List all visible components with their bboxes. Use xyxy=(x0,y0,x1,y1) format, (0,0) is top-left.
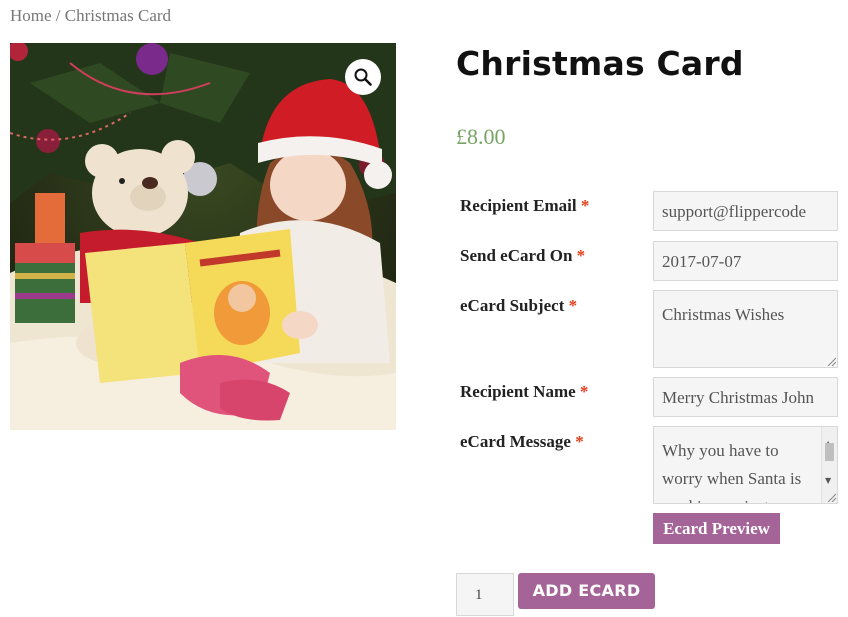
breadcrumb-home-link[interactable]: Home xyxy=(10,6,52,25)
add-ecard-button[interactable]: ADD ECARD xyxy=(518,573,655,609)
product-image[interactable] xyxy=(10,43,396,430)
recipient-email-label-text: Recipient Email xyxy=(460,196,577,215)
product-title: Christmas Card xyxy=(456,44,744,83)
required-marker: * xyxy=(580,196,590,215)
subject-textarea[interactable]: Christmas Wishes xyxy=(653,290,838,368)
quantity-input[interactable]: 1 xyxy=(456,573,514,616)
message-label-text: eCard Message xyxy=(460,432,571,451)
subject-label: eCard Subject * xyxy=(460,296,577,316)
send-date-label: Send eCard On * xyxy=(460,246,585,266)
breadcrumb-separator: / xyxy=(51,6,65,25)
recipient-email-label: Recipient Email * xyxy=(460,196,589,216)
required-marker: * xyxy=(575,432,584,451)
subject-value: Christmas Wishes xyxy=(662,305,785,324)
message-value: Why you have to worry when Santa is work… xyxy=(662,441,802,503)
send-date-input[interactable]: 2017-07-07 xyxy=(653,241,838,281)
recipient-name-label: Recipient Name * xyxy=(460,382,588,402)
scroll-down-icon[interactable]: ▼ xyxy=(825,467,831,495)
christmas-photo xyxy=(10,43,396,430)
zoom-button[interactable] xyxy=(345,59,381,95)
zoom-icon xyxy=(354,68,372,86)
ecard-preview-button[interactable]: Ecard Preview xyxy=(653,513,780,544)
resize-handle-icon[interactable] xyxy=(826,492,836,502)
recipient-name-label-text: Recipient Name xyxy=(460,382,576,401)
breadcrumb: Home / Christmas Card xyxy=(10,6,171,26)
scroll-thumb[interactable] xyxy=(825,443,834,461)
required-marker: * xyxy=(568,296,578,315)
recipient-name-input[interactable]: Merry Christmas John xyxy=(653,377,838,417)
message-textarea[interactable]: Why you have to worry when Santa is work… xyxy=(653,426,838,504)
required-marker: * xyxy=(576,246,586,265)
send-date-label-text: Send eCard On xyxy=(460,246,573,265)
subject-label-text: eCard Subject xyxy=(460,296,565,315)
product-price: £8.00 xyxy=(456,124,506,149)
required-marker: * xyxy=(579,382,589,401)
resize-handle-icon[interactable] xyxy=(826,356,836,366)
breadcrumb-current: Christmas Card xyxy=(64,6,172,25)
recipient-email-input[interactable]: support@flippercode xyxy=(653,191,838,231)
message-label: eCard Message * xyxy=(460,432,584,452)
